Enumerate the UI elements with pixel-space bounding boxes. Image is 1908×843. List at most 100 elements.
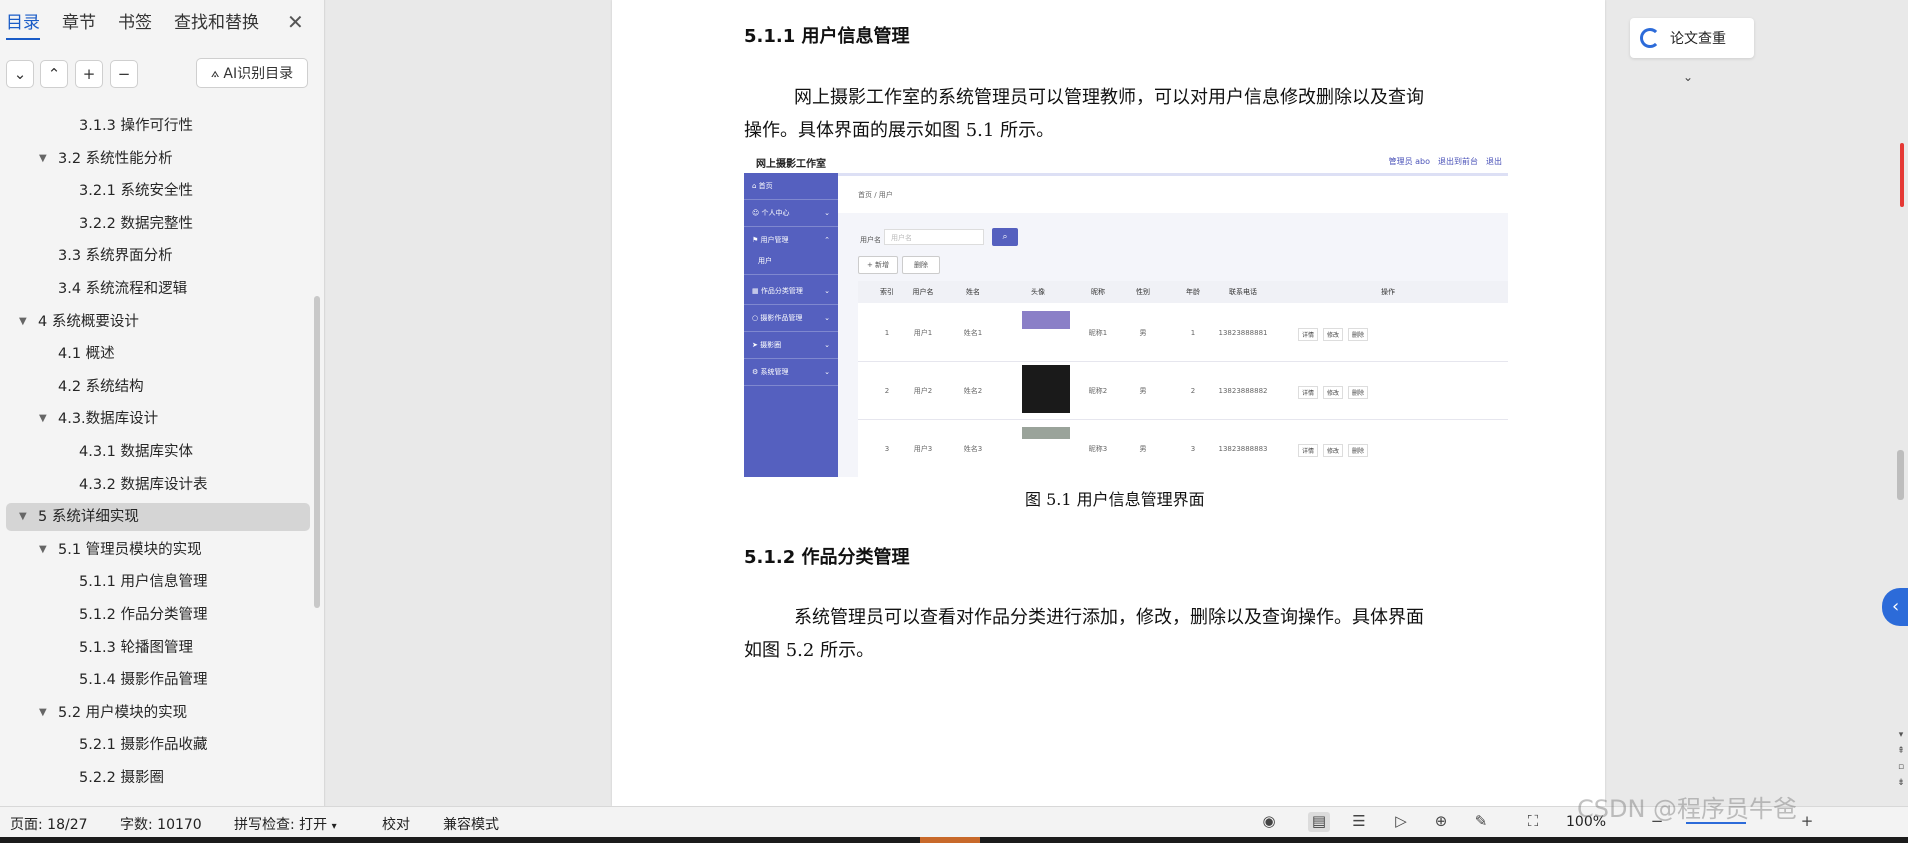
shot-search-label: 用户名 — [860, 236, 881, 244]
toc-item-label: 4.2 系统结构 — [58, 378, 144, 395]
shot-side-item: ○ 摄影作品管理 ⌄ — [744, 305, 838, 332]
row-actions: 详情 修改 删除 — [1298, 386, 1373, 399]
ai-icon: ⟑ — [210, 65, 220, 81]
globe-icon[interactable]: ⊕ — [1430, 812, 1452, 832]
row-actions: 详情 修改 删除 — [1298, 328, 1373, 341]
plagiarism-check-button[interactable]: 论文查重 — [1630, 18, 1754, 58]
table-cell: 2 — [1190, 387, 1196, 395]
collapse-arrow-icon[interactable]: ▼ — [19, 503, 27, 531]
row-action: 删除 — [1348, 328, 1369, 341]
table-cell: 13823888883 — [1218, 445, 1268, 453]
vertical-scrollbar-thumb[interactable] — [1897, 450, 1904, 500]
collapse-up-button[interactable]: ⌃ — [40, 60, 68, 88]
tab-toc[interactable]: 目录 — [6, 8, 40, 40]
figure-5-1-image[interactable]: 网上摄影工作室 管理员 abo 退出到前台 退出 ⌂ 首页 ☺ 个人中心 ⌄ ⚑ … — [744, 151, 1508, 477]
ai-toc-button[interactable]: ⟑ AI识别目录 — [196, 58, 308, 88]
collapse-arrow-icon[interactable]: ▼ — [39, 405, 47, 433]
zoom-in-icon[interactable]: + — [1796, 812, 1818, 832]
chevron-down-icon: ⌄ — [824, 209, 830, 217]
grid-icon: ▦ — [752, 287, 761, 295]
paragraph-2: 系统管理员可以查看对作品分类进行添加，修改，删除以及查询操作。具体界面 如图 5… — [744, 601, 1499, 667]
row-action: 详情 — [1298, 386, 1319, 399]
navigation-pane: 目录 章节 书签 查找和替换 ✕ ⌄ ⌃ + − ⟑ AI识别目录 3.1.3 … — [0, 0, 325, 806]
page-count[interactable]: 页面: 18/27 — [10, 814, 88, 834]
tab-chapters[interactable]: 章节 — [62, 8, 96, 37]
close-icon[interactable]: ✕ — [287, 10, 304, 34]
toc-item-label: 5.2 用户模块的实现 — [58, 704, 188, 721]
scroll-marker — [1900, 143, 1904, 207]
heading-5-1-1: 5.1.1 用户信息管理 — [744, 26, 910, 47]
avatar — [1022, 427, 1070, 439]
collapse-arrow-icon[interactable]: ▼ — [19, 308, 27, 336]
chevron-down-icon: ⌄ — [824, 287, 830, 295]
table-cell: 用户2 — [913, 387, 933, 395]
toc-item-label: 3.2 系统性能分析 — [58, 150, 173, 167]
toc-item[interactable]: ▼ 5 系统详细实现 — [6, 503, 310, 532]
flag-icon: ⚑ — [752, 236, 761, 244]
table-cell: 男 — [1139, 387, 1147, 395]
spell-check-toggle[interactable]: 拼写检查: 打开 ▾ — [234, 814, 337, 834]
outline-view-icon[interactable]: ☰ — [1348, 812, 1370, 832]
shot-table-header: 年龄 — [1168, 281, 1218, 303]
user-icon: ☺ — [752, 209, 762, 217]
paragraph-2-line-2: 如图 5.2 所示。 — [744, 640, 875, 661]
collapse-arrow-icon[interactable]: ▼ — [39, 699, 47, 727]
scroll-mini-controls[interactable]: ▾ ⇞ ▫ ⇟ — [1894, 727, 1908, 791]
toc-scrollbar[interactable] — [314, 296, 320, 608]
shot-table-header: 性别 — [1118, 281, 1168, 303]
chevron-down-icon: ⌄ — [824, 314, 830, 322]
toc-item-label: 5.1.1 用户信息管理 — [79, 574, 208, 591]
shot-side-item: ➤ 摄影圈 ⌄ — [744, 332, 838, 359]
shot-header: 网上摄影工作室 管理员 abo 退出到前台 退出 — [744, 151, 1508, 173]
row-action: 修改 — [1323, 444, 1344, 457]
chevron-up-icon: ⌃ — [47, 65, 61, 83]
panel-toggle-button[interactable]: ‹ — [1882, 588, 1908, 626]
toc-item-label: 3.2.2 数据完整性 — [79, 215, 194, 232]
collapse-arrow-icon[interactable]: ▼ — [39, 536, 47, 564]
shot-add-button: + 新增 — [858, 256, 898, 274]
fit-screen-icon[interactable]: ⛶ — [1522, 812, 1544, 832]
shot-search-input: 用户名 — [884, 229, 984, 245]
collapse-arrow-icon[interactable]: ▼ — [39, 145, 47, 173]
remove-heading-button[interactable]: − — [110, 60, 138, 88]
table-cell: 3 — [1190, 445, 1196, 453]
nav-tabs: 目录 章节 书签 查找和替换 — [0, 0, 324, 44]
toc-item-label: 5.1 管理员模块的实现 — [58, 541, 202, 558]
toc-item-label: 5.2.1 摄影作品收藏 — [79, 737, 208, 754]
gear-icon: ⚙ — [752, 368, 761, 376]
chevron-down-icon[interactable]: ⌄ — [1683, 70, 1693, 84]
csdn-watermark: CSDN @程序员牛爸 — [1577, 795, 1798, 823]
shot-side-item: ⌂ 首页 — [744, 173, 838, 200]
paragraph-1-line-2: 操作。具体界面的展示如图 5.1 所示。 — [744, 120, 1055, 141]
toc-item-label: 4.3.1 数据库实体 — [79, 444, 194, 460]
row-action: 删除 — [1348, 386, 1369, 399]
add-heading-button[interactable]: + — [75, 60, 103, 88]
tab-bookmarks[interactable]: 书签 — [118, 8, 152, 37]
plagiarism-check-label: 论文查重 — [1670, 31, 1726, 47]
toc-item-label: 3.3 系统界面分析 — [58, 248, 173, 265]
row-actions: 详情 修改 删除 — [1298, 444, 1373, 457]
expand-down-button[interactable]: ⌄ — [6, 60, 34, 88]
chevron-down-icon: ⌄ — [824, 341, 830, 349]
shot-table-header: 联系电话 — [1218, 281, 1268, 303]
tab-find-replace[interactable]: 查找和替换 — [174, 8, 259, 37]
row-action: 删除 — [1348, 444, 1369, 457]
shot-table-header: 昵称 — [1078, 281, 1118, 303]
toc-item-label: 4.1 概述 — [58, 346, 115, 363]
table-cell: 昵称1 — [1088, 329, 1108, 337]
play-icon[interactable]: ▷ — [1390, 812, 1412, 832]
toc-item-label: 3.4 系统流程和逻辑 — [58, 281, 188, 297]
ai-toc-label: AI识别目录 — [223, 66, 294, 82]
page-view-icon[interactable]: ▤ — [1308, 812, 1330, 832]
toc-item-label: 5.1.2 作品分类管理 — [79, 607, 208, 623]
plus-icon: + — [82, 65, 96, 83]
table-cell: 姓名2 — [963, 387, 983, 395]
toc-item-label: 5.1.4 摄影作品管理 — [79, 672, 208, 689]
pen-icon[interactable]: ✎ — [1470, 812, 1492, 832]
shot-side-item: ▦ 作品分类管理 ⌄ — [744, 278, 838, 305]
toc-toolbar: ⌄ ⌃ + − ⟑ AI识别目录 — [0, 44, 324, 104]
table-cell: 姓名1 — [963, 329, 983, 337]
eye-icon[interactable]: ◉ — [1258, 812, 1280, 832]
word-count[interactable]: 字数: 10170 — [120, 814, 202, 834]
proofread-button[interactable]: 校对 — [382, 814, 410, 834]
